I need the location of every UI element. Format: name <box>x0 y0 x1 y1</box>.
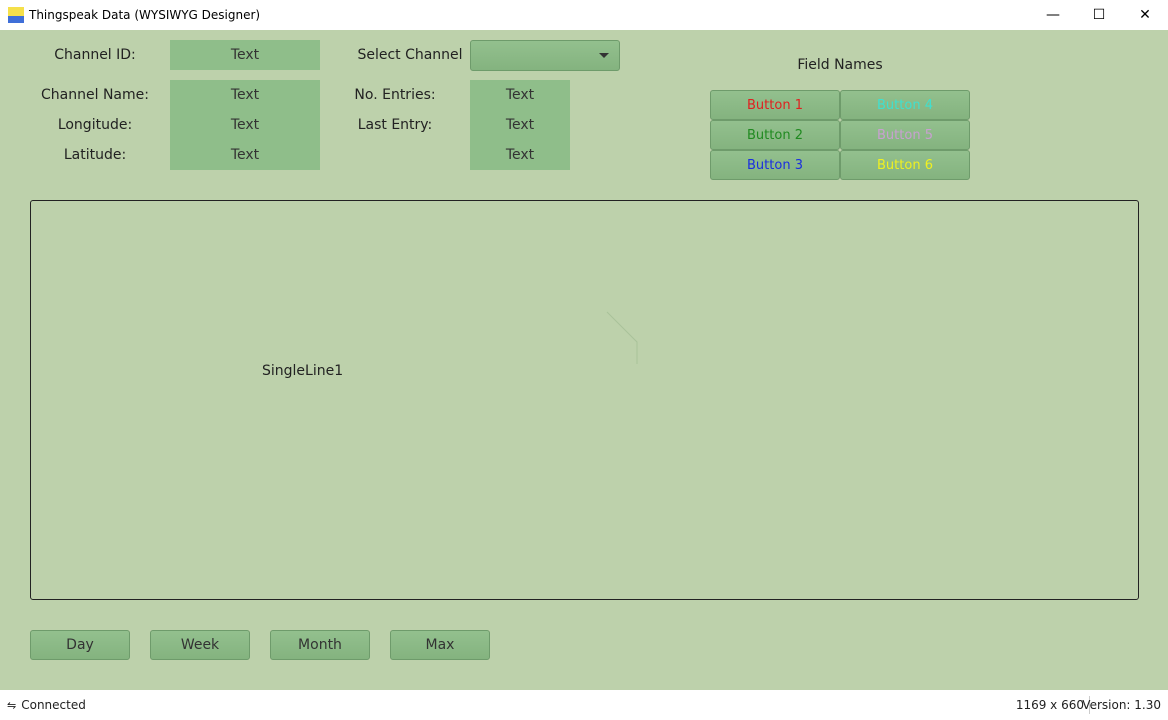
longitude-label: Longitude: <box>57 117 133 133</box>
close-button[interactable]: ✕ <box>1122 0 1168 30</box>
title-bar: Thingspeak Data (WYSIWYG Designer) — ☐ ✕ <box>0 0 1168 30</box>
week-button[interactable]: Week <box>150 630 250 660</box>
chevron-down-icon <box>599 53 609 58</box>
select-channel-label: Select Channel <box>357 47 463 63</box>
month-button[interactable]: Month <box>270 630 370 660</box>
latitude-label: Latitude: <box>63 147 127 163</box>
field-button-6[interactable]: Button 6 <box>840 150 970 180</box>
day-button[interactable]: Day <box>30 630 130 660</box>
status-bar: ⇋ Connected 1169 x 660 Version: 1.30 <box>0 690 1168 720</box>
latitude-field[interactable]: Text <box>170 140 320 170</box>
channel-name-field[interactable]: Text <box>170 80 320 110</box>
channel-id-field[interactable]: Text <box>170 40 320 70</box>
field-button-3[interactable]: Button 3 <box>710 150 840 180</box>
connection-icon: ⇋ <box>7 698 17 712</box>
field-button-1[interactable]: Button 1 <box>710 90 840 120</box>
series-label: SingleLine1 <box>262 363 344 379</box>
channel-name-label: Channel Name: <box>41 87 149 103</box>
last-entry-field[interactable]: Text <box>470 110 570 140</box>
channel-id-label: Channel ID: <box>54 47 136 63</box>
minimize-button[interactable]: — <box>1030 0 1076 30</box>
field-button-5[interactable]: Button 5 <box>840 120 970 150</box>
no-entries-label: No. Entries: <box>354 87 436 103</box>
app-icon <box>8 7 24 23</box>
chart-area: SingleLine1 <box>30 200 1139 600</box>
channel-select[interactable] <box>470 40 620 71</box>
max-button[interactable]: Max <box>390 630 490 660</box>
maximize-button[interactable]: ☐ <box>1076 0 1122 30</box>
field-names-label: Field Names <box>797 57 883 73</box>
last-entry-label: Last Entry: <box>357 117 433 133</box>
no-entries-field[interactable]: Text <box>470 80 570 110</box>
field-button-2[interactable]: Button 2 <box>710 120 840 150</box>
longitude-field[interactable]: Text <box>170 110 320 140</box>
window-title: Thingspeak Data (WYSIWYG Designer) <box>29 8 261 22</box>
chart-line <box>606 311 638 364</box>
size-readout: 1169 x 660 <box>1015 698 1084 712</box>
version-text: Version: 1.30 <box>1082 698 1161 712</box>
extra-field[interactable]: Text <box>470 140 570 170</box>
connection-status: Connected <box>21 698 86 712</box>
field-button-4[interactable]: Button 4 <box>840 90 970 120</box>
